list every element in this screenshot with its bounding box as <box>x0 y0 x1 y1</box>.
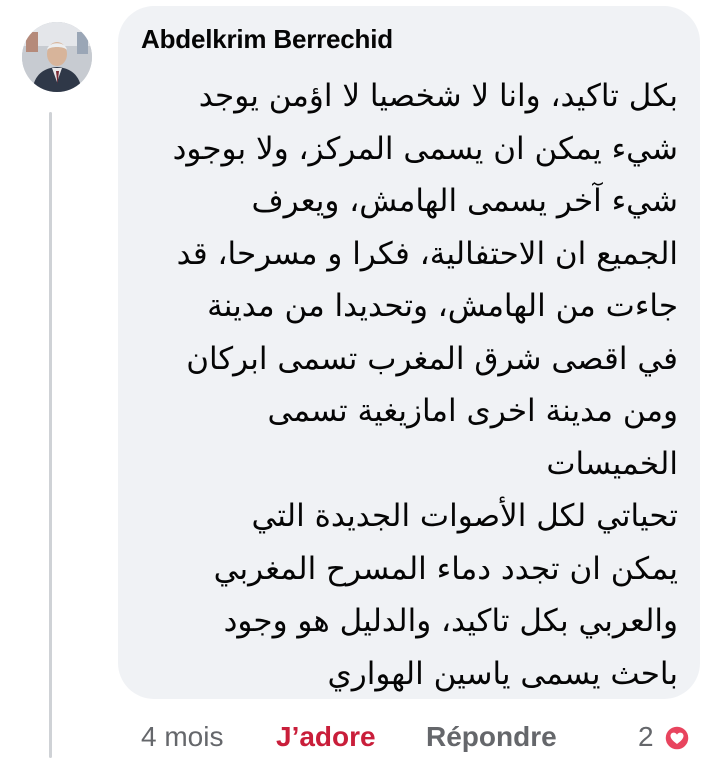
thread-line <box>49 112 52 758</box>
avatar[interactable] <box>22 22 92 92</box>
comment-line: شيء آخر يسمى الهامش، ويعرف <box>251 183 678 219</box>
comment-line: يمكن ان تجدد دماء المسرح المغربي <box>213 550 678 587</box>
comment-timestamp[interactable]: 4 mois <box>141 715 223 758</box>
comment-line: الجميع ان الاحتفالية، فكرا و مسرحا، قد <box>176 235 678 272</box>
comment-line: تحياتي لكل الأصوات الجديدة التي <box>251 498 678 534</box>
reaction-count[interactable]: 2 <box>638 715 654 758</box>
reply-button[interactable]: Répondre <box>426 715 557 758</box>
react-button[interactable]: J’adore <box>276 715 376 758</box>
comment-line: والعربي بكل تاكيد، والدليل هو وجود <box>223 603 678 639</box>
comment-line: في اقصى شرق المغرب تسمى ابركان <box>186 340 678 377</box>
comment-thread: Abdelkrim Berrechid بكل تاكيد، وانا لا ش… <box>0 0 720 758</box>
comment-line: شيء يمكن ان يسمى المركز، ولا بوجود <box>172 130 678 167</box>
comment-line: باحث يسمى ياسين الهواري <box>327 655 679 692</box>
comment-line: الخميسات <box>546 445 678 482</box>
comment-author[interactable]: Abdelkrim Berrechid <box>141 24 393 55</box>
comment-line: جاءت من الهامش، وتحديدا من مدينة <box>207 288 678 324</box>
avatar-photo <box>22 22 92 92</box>
comment-body: بكل تاكيد، وانا لا شخصيا لا اؤمن يوجد شي… <box>138 70 678 700</box>
comment-line: بكل تاكيد، وانا لا شخصيا لا اؤمن يوجد <box>198 78 678 114</box>
comment-line: ومن مدينة اخرى امازيغية تسمى <box>267 393 678 429</box>
heart-icon[interactable] <box>664 725 690 751</box>
